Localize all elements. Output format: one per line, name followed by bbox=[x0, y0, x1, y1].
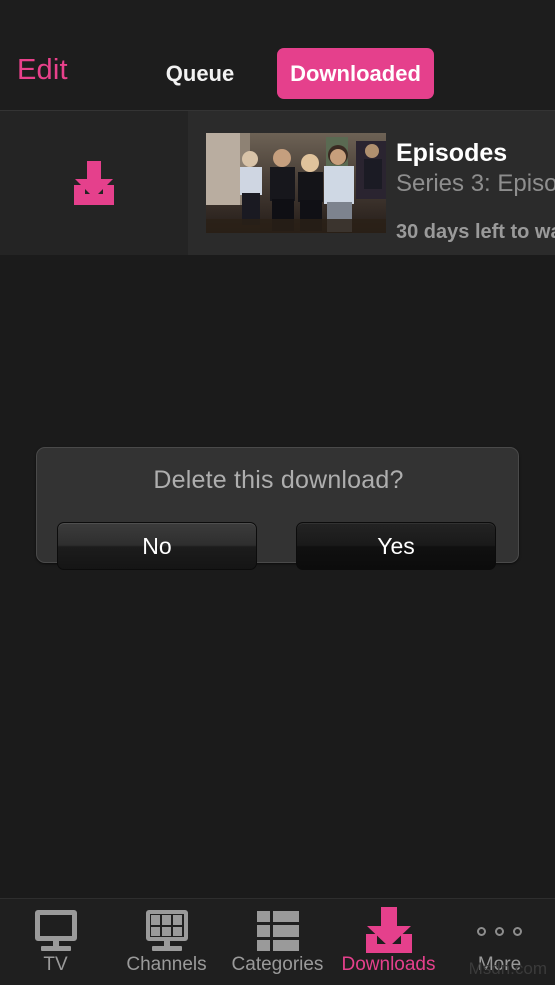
dialog-no-button[interactable]: No bbox=[57, 522, 257, 570]
episode-meta: Episodes Series 3: Episo 30 days left to… bbox=[396, 139, 555, 244]
episode-subtitle: Series 3: Episo bbox=[396, 169, 555, 197]
download-arrow-icon bbox=[363, 907, 415, 955]
download-arrow-icon bbox=[71, 161, 117, 205]
tab-label-tv: TV bbox=[43, 954, 68, 975]
tab-categories[interactable]: Categories bbox=[222, 899, 333, 985]
categories-icon bbox=[256, 911, 299, 951]
tv-icon bbox=[31, 910, 81, 952]
tab-more[interactable]: More bbox=[444, 899, 555, 985]
download-row[interactable]: Episodes Series 3: Episo 30 days left to… bbox=[0, 110, 555, 255]
edit-button[interactable]: Edit bbox=[17, 56, 68, 85]
dialog-title: Delete this download? bbox=[153, 466, 404, 494]
tab-label-more: More bbox=[477, 954, 522, 975]
delete-confirm-dialog: Delete this download? No Yes bbox=[36, 447, 519, 570]
tab-label-channels: Channels bbox=[126, 954, 207, 975]
tab-tv[interactable]: TV bbox=[0, 899, 111, 985]
episode-title: Episodes bbox=[396, 139, 508, 167]
dialog-yes-button[interactable]: Yes bbox=[296, 522, 496, 570]
download-item-panel[interactable]: Episodes Series 3: Episo 30 days left to… bbox=[188, 111, 555, 255]
row-delete-zone[interactable] bbox=[0, 111, 188, 255]
bottom-tab-bar: TV Channels Categories Downloads More bbox=[0, 898, 555, 985]
episode-thumbnail bbox=[206, 133, 386, 233]
app-screen: Edit Queue Downloaded Episodes Series 3:… bbox=[0, 0, 555, 985]
tab-label-categories: Categories bbox=[231, 954, 324, 975]
tab-downloaded[interactable]: Downloaded bbox=[277, 48, 434, 99]
tab-queue[interactable]: Queue bbox=[145, 48, 255, 99]
top-navigation-bar: Edit Queue Downloaded bbox=[0, 0, 555, 110]
tab-channels[interactable]: Channels bbox=[111, 899, 222, 985]
tab-label-downloads: Downloads bbox=[341, 954, 436, 975]
channels-icon bbox=[142, 910, 192, 952]
tab-downloads[interactable]: Downloads bbox=[333, 899, 444, 985]
episode-expiry: 30 days left to wat bbox=[396, 220, 555, 243]
more-dots-icon bbox=[477, 926, 522, 936]
